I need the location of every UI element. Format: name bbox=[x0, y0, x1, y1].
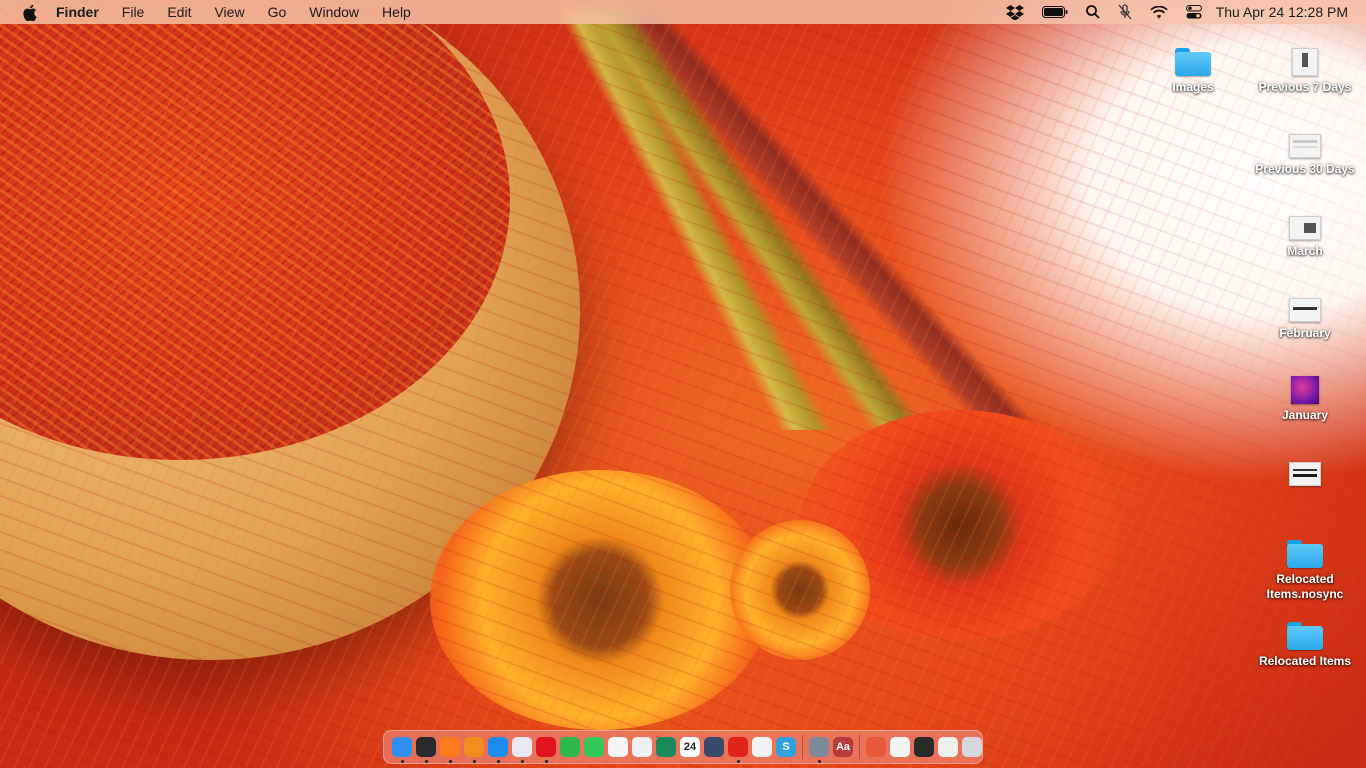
dock-app-stack-2[interactable] bbox=[890, 737, 910, 757]
desktop-item-untitled-document[interactable] bbox=[1250, 442, 1360, 490]
document-icon bbox=[1289, 134, 1321, 158]
dock-app-circle-app[interactable] bbox=[560, 737, 580, 757]
calendar-icon: 24 bbox=[683, 741, 697, 753]
control-center-icon[interactable] bbox=[1185, 5, 1202, 19]
dock-app-trash[interactable] bbox=[962, 737, 982, 757]
dictionary-icon: Aa bbox=[835, 741, 851, 753]
desktop-item-label: February bbox=[1279, 326, 1331, 340]
folder-icon bbox=[1175, 48, 1211, 76]
spotlight-search-icon[interactable] bbox=[1085, 5, 1100, 19]
dock-app-s-app[interactable]: S bbox=[776, 737, 796, 757]
folder-icon bbox=[1287, 540, 1323, 568]
menu-help[interactable]: Help bbox=[382, 0, 411, 24]
desktop-item-relocated-items[interactable]: Relocated Items bbox=[1250, 606, 1360, 669]
dock-app-stack-4[interactable] bbox=[938, 737, 958, 757]
dock-separator bbox=[802, 735, 803, 759]
desktop-item-relocated-items-nosync[interactable]: Relocated Items.nosync bbox=[1250, 524, 1360, 602]
desktop-item-label: Previous 30 Days bbox=[1255, 162, 1355, 176]
microphone-off-icon[interactable] bbox=[1118, 4, 1132, 20]
dock-separator bbox=[859, 735, 860, 759]
dropbox-icon[interactable] bbox=[1005, 4, 1024, 20]
menu-edit[interactable]: Edit bbox=[167, 0, 191, 24]
desktop-item-label: January bbox=[1281, 408, 1329, 422]
s-app-icon: S bbox=[782, 741, 790, 753]
desktop-wallpaper bbox=[0, 0, 1366, 768]
document-icon bbox=[1292, 48, 1318, 76]
dock-app-script-app[interactable] bbox=[656, 737, 676, 757]
menu-bar: Finder File Edit View Go Window Help Thu… bbox=[0, 0, 1366, 24]
dock-app-opera[interactable] bbox=[536, 737, 556, 763]
menu-go[interactable]: Go bbox=[268, 0, 287, 24]
dock-app-screen-share[interactable] bbox=[704, 737, 724, 757]
dock-app-openai[interactable] bbox=[632, 737, 652, 757]
document-icon bbox=[1289, 216, 1321, 240]
dock-app-calendar[interactable]: 24 bbox=[680, 737, 700, 757]
dock-app-emoji-app[interactable] bbox=[608, 737, 628, 757]
dock-app-sequel-app[interactable] bbox=[512, 737, 532, 763]
menu-file[interactable]: File bbox=[122, 0, 145, 24]
wifi-icon[interactable] bbox=[1150, 5, 1168, 19]
desktop-item-label: Previous 7 Days bbox=[1258, 80, 1352, 94]
dock-app-dictionary[interactable]: Aa bbox=[833, 737, 853, 757]
desktop-item-label: Relocated Items bbox=[1258, 654, 1352, 668]
menu-window[interactable]: Window bbox=[309, 0, 359, 24]
dock-app-firefox[interactable] bbox=[440, 737, 460, 763]
wallpaper-texture bbox=[0, 0, 1366, 768]
dock-app-finder[interactable] bbox=[392, 737, 412, 763]
dock-app-stack-1[interactable] bbox=[866, 737, 886, 757]
dock-app-terminal[interactable] bbox=[416, 737, 436, 763]
dock-app-safari[interactable] bbox=[488, 737, 508, 763]
folder-icon bbox=[1287, 622, 1323, 650]
menu-view[interactable]: View bbox=[214, 0, 244, 24]
desktop-item-february[interactable]: February bbox=[1250, 278, 1360, 341]
desktop-item-label: Relocated Items.nosync bbox=[1266, 572, 1344, 601]
dock-app-facetime[interactable] bbox=[584, 737, 604, 757]
desktop-item-march[interactable]: March bbox=[1250, 196, 1360, 259]
dock: 24 S Aa bbox=[383, 730, 983, 764]
dock-app-stack-3[interactable] bbox=[914, 737, 934, 757]
app-menu-finder[interactable]: Finder bbox=[56, 0, 99, 24]
battery-icon[interactable] bbox=[1041, 6, 1068, 18]
dock-app-sublime-text[interactable] bbox=[464, 737, 484, 763]
desktop-item-label: March bbox=[1287, 244, 1323, 258]
menu-bar-clock[interactable]: Thu Apr 24 12:28 PM bbox=[1216, 4, 1348, 20]
image-thumbnail-icon bbox=[1291, 376, 1319, 404]
desktop-item-january[interactable]: January bbox=[1250, 360, 1360, 423]
dock-app-creative-cloud[interactable] bbox=[728, 737, 748, 763]
dock-app-system-preferences[interactable] bbox=[809, 737, 829, 763]
desktop-item-previous-30-days[interactable]: Previous 30 Days bbox=[1250, 114, 1360, 177]
document-icon bbox=[1289, 462, 1321, 486]
document-icon bbox=[1289, 298, 1321, 322]
desktop-item-previous-7-days[interactable]: Previous 7 Days bbox=[1250, 32, 1360, 95]
apple-menu-icon[interactable] bbox=[20, 3, 38, 21]
dock-app-preview[interactable] bbox=[752, 737, 772, 757]
desktop-item-label: Images bbox=[1172, 80, 1214, 94]
desktop-item-images[interactable]: Images bbox=[1138, 32, 1248, 95]
